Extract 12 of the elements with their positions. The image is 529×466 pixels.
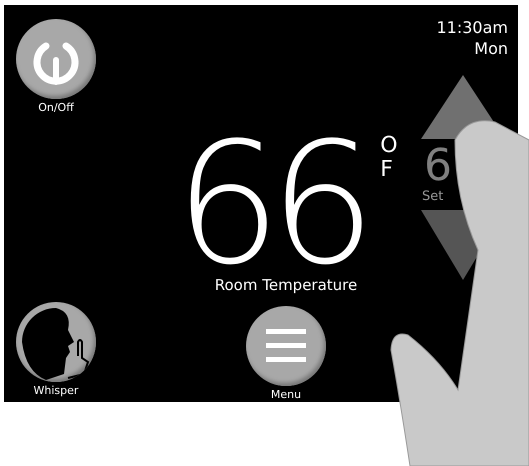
whisper-label: Whisper — [34, 384, 78, 397]
clock-day: Mon — [474, 38, 508, 59]
room-temperature-value: 66 — [174, 134, 364, 274]
menu-icon — [266, 329, 306, 363]
degree-symbol: O — [380, 134, 398, 158]
unit-label: F — [380, 158, 394, 182]
setpoint-value: 6 — [424, 143, 452, 189]
clock-time: 11:30am — [436, 17, 508, 38]
setpoint-label: Set — [422, 189, 444, 204]
room-temperature-label: Room Temperature — [214, 276, 358, 294]
power-label: On/Off — [38, 101, 74, 114]
menu-label: Menu — [270, 388, 302, 401]
